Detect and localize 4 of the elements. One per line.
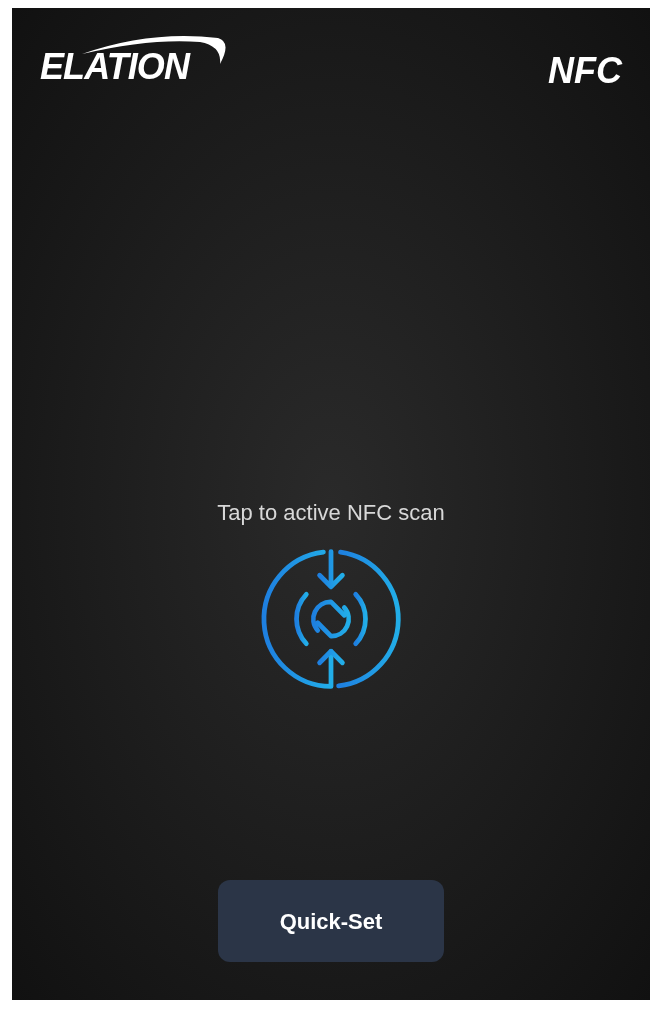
- quick-set-button[interactable]: Quick-Set: [218, 880, 444, 962]
- screen-title: NFC: [548, 49, 622, 93]
- logo-text: ELATION: [40, 46, 190, 87]
- scan-prompt: Tap to active NFC scan: [217, 499, 445, 527]
